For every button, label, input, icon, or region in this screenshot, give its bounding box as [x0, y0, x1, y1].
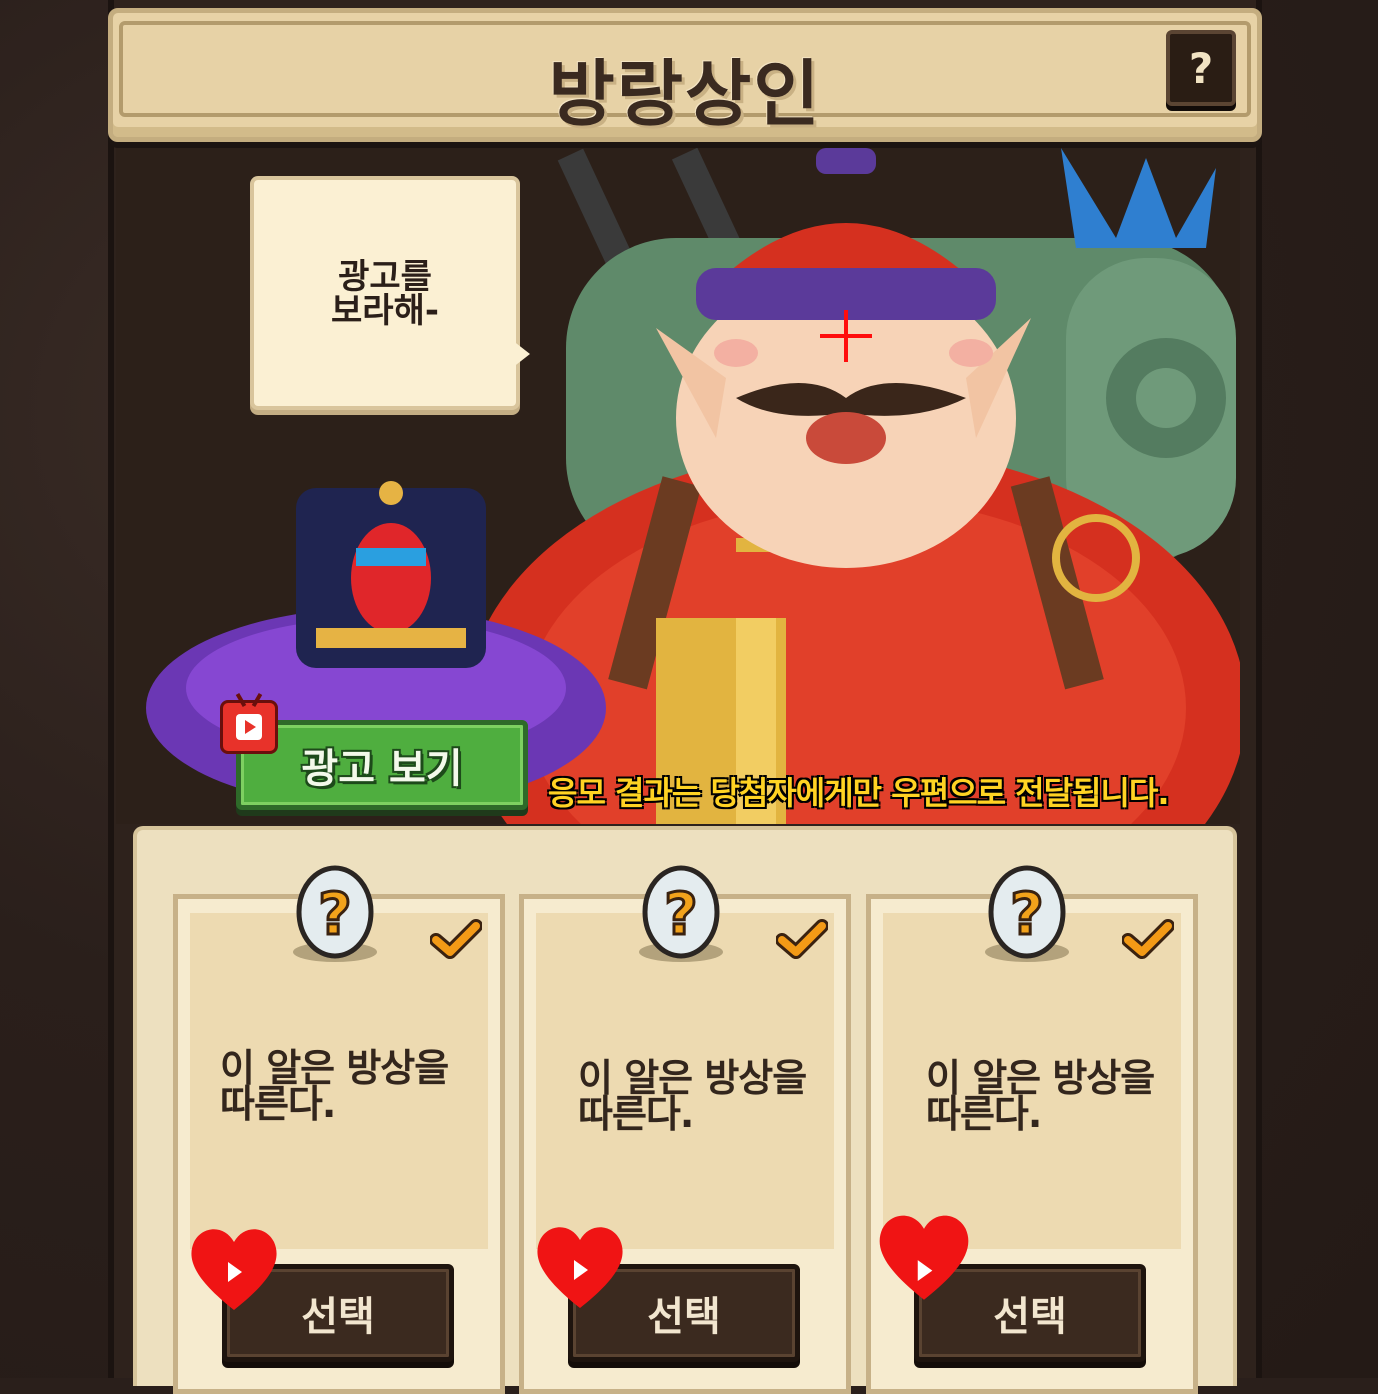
- popup-header: 방랑상인: [108, 8, 1262, 142]
- egg-question-icon: ?: [639, 865, 723, 962]
- egg-description: 이 알은 방상을 따른다.: [926, 1056, 1155, 1136]
- select-label: 선택: [993, 1294, 1067, 1340]
- watch-ad-label: 광고 보기: [301, 746, 463, 792]
- svg-text:?: ?: [1010, 880, 1044, 948]
- watch-ad-button[interactable]: 광고 보기: [236, 720, 528, 810]
- help-button[interactable]: ?: [1166, 30, 1236, 106]
- egg-description: 이 알은 방상을 따른다.: [220, 1046, 449, 1126]
- heart-play-icon[interactable]: [874, 1204, 974, 1308]
- checkmark-icon: [430, 919, 482, 959]
- egg-question-icon: ?: [293, 865, 377, 962]
- notice-text: 응모 결과는 당첨자에게만 우편으로 전달됩니다.: [548, 774, 1170, 812]
- egg-question-icon: ?: [985, 865, 1069, 962]
- egg-description: 이 알은 방상을 따른다.: [578, 1056, 807, 1136]
- crosshair-icon: [820, 310, 872, 362]
- svg-text:?: ?: [318, 880, 352, 948]
- heart-play-icon[interactable]: [186, 1220, 282, 1316]
- page-title: 방랑상인: [548, 52, 822, 136]
- speech-bubble: 광고를 보라해-: [250, 176, 520, 410]
- select-label: 선택: [647, 1294, 721, 1340]
- checkmark-icon: [1122, 919, 1174, 959]
- tv-play-icon: [220, 700, 278, 754]
- select-label: 선택: [301, 1294, 375, 1340]
- svg-text:?: ?: [664, 880, 698, 948]
- speech-text: 광고를 보라해-: [331, 257, 439, 331]
- checkmark-icon: [776, 919, 828, 959]
- help-icon: ?: [1188, 43, 1214, 93]
- heart-play-icon[interactable]: [532, 1218, 628, 1314]
- speech-tail: [512, 340, 530, 368]
